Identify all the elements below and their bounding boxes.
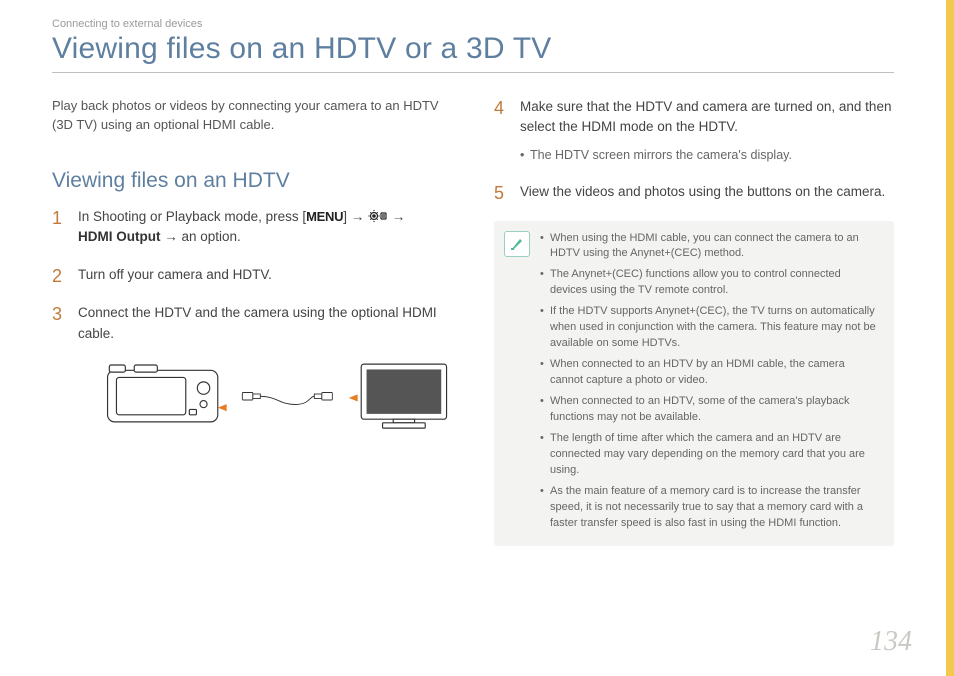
steps-left: 1 In Shooting or Playback mode, press [M… xyxy=(52,207,452,440)
step-number-3: 3 xyxy=(52,301,62,328)
page-title: Viewing files on an HDTV or a 3D TV xyxy=(52,32,894,66)
intro-text: Play back photos or videos by connecting… xyxy=(52,97,452,135)
step-1-text-mid2: → xyxy=(388,209,405,224)
right-column: 4 Make sure that the HDTV and camera are… xyxy=(494,97,894,546)
connection-diagram xyxy=(104,354,452,440)
note-item: The Anynet+(CEC) functions allow you to … xyxy=(540,267,880,299)
arrow-icon xyxy=(349,394,358,401)
step-3: 3 Connect the HDTV and the camera using … xyxy=(52,303,452,440)
note-item: When using the HDMI cable, you can conne… xyxy=(540,231,880,263)
step-5: 5 View the videos and photos using the b… xyxy=(494,182,894,202)
section-heading: Viewing files on an HDTV xyxy=(52,169,452,193)
step-1-bold: HDMI Output xyxy=(78,229,160,244)
note-item: If the HDTV supports Anynet+(CEC), the T… xyxy=(540,304,880,352)
title-rule xyxy=(52,72,894,73)
hdmi-cable-icon xyxy=(234,382,341,412)
tv-icon xyxy=(347,354,452,440)
step-5-text: View the videos and photos using the but… xyxy=(520,184,885,199)
note-box: When using the HDMI cable, you can conne… xyxy=(494,221,894,547)
steps-right: 4 Make sure that the HDTV and camera are… xyxy=(494,97,894,203)
note-list: When using the HDMI cable, you can conne… xyxy=(540,231,880,532)
step-number-5: 5 xyxy=(494,180,504,207)
camera-icon xyxy=(104,357,228,437)
menu-label: MENU xyxy=(306,209,343,224)
step-4-text: Make sure that the HDTV and camera are t… xyxy=(520,99,891,134)
note-item: The length of time after which the camer… xyxy=(540,431,880,479)
arrow-icon xyxy=(218,404,227,411)
step-3-text: Connect the HDTV and the camera using th… xyxy=(78,305,437,340)
left-column: Play back photos or videos by connecting… xyxy=(52,97,452,546)
accent-bar xyxy=(946,0,954,676)
step-number-1: 1 xyxy=(52,205,62,232)
gear-icon xyxy=(368,209,388,223)
step-1: 1 In Shooting or Playback mode, press [M… xyxy=(52,207,452,248)
note-item: When connected to an HDTV by an HDMI cab… xyxy=(540,357,880,389)
step-1-text-mid1: ] → xyxy=(343,209,368,224)
note-item: As the main feature of a memory card is … xyxy=(540,484,880,532)
step-number-4: 4 xyxy=(494,95,504,122)
step-4-sub: The HDTV screen mirrors the camera's dis… xyxy=(520,146,894,165)
step-1-text-post: → an option. xyxy=(160,229,240,244)
note-item: When connected to an HDTV, some of the c… xyxy=(540,394,880,426)
step-2-text: Turn off your camera and HDTV. xyxy=(78,267,272,282)
step-1-text-pre: In Shooting or Playback mode, press [ xyxy=(78,209,306,224)
breadcrumb: Connecting to external devices xyxy=(52,18,894,30)
step-4: 4 Make sure that the HDTV and camera are… xyxy=(494,97,894,164)
step-number-2: 2 xyxy=(52,263,62,290)
page-number: 134 xyxy=(870,626,912,658)
step-2: 2 Turn off your camera and HDTV. xyxy=(52,265,452,285)
note-icon xyxy=(504,231,530,257)
